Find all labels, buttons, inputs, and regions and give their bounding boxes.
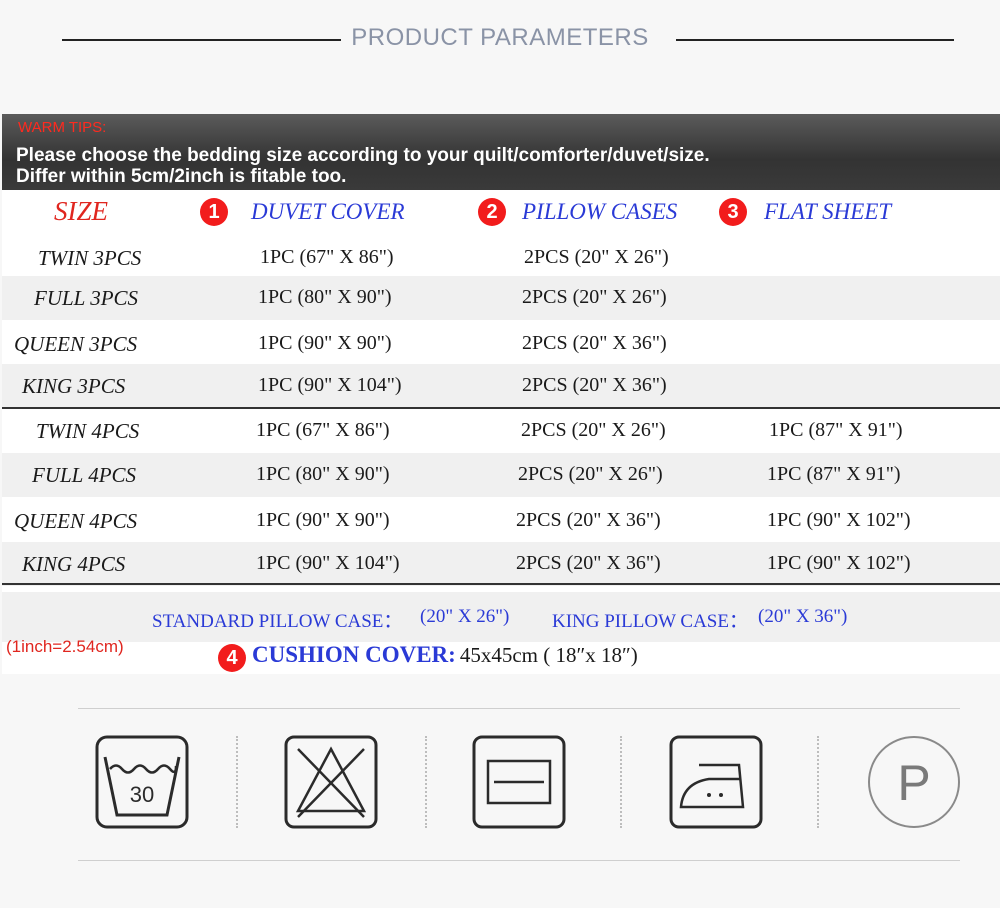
standard-pillow-value: (20" X 26") xyxy=(420,606,510,627)
page-title: PRODUCT PARAMETERS xyxy=(0,24,1000,52)
standard-pillow-label: STANDARD PILLOW CASE： xyxy=(152,611,403,632)
care-top-rule xyxy=(78,708,960,709)
size-table: SIZE 1 DUVET COVER 2 PILLOW CASES 3 FLAT… xyxy=(2,190,1000,674)
table-row: FULL 3PCS 1PC (80" X 90") 2PCS (20" X 26… xyxy=(2,276,1000,320)
row-size: FULL 3PCS xyxy=(34,286,139,310)
icon-separator xyxy=(236,736,238,828)
row-duvet: 1PC (67" X 86") xyxy=(256,419,390,441)
row-pillow: 2PCS (20" X 36") xyxy=(516,509,661,531)
cushion-cover-size: 45x45cm ( 18″x 18″) xyxy=(459,643,638,667)
row-pillow: 2PCS (20" X 26") xyxy=(522,286,667,308)
cushion-cover-label: CUSHION COVER: xyxy=(252,642,456,667)
table-header: SIZE 1 DUVET COVER 2 PILLOW CASES 3 FLAT… xyxy=(2,190,1000,234)
warm-tips-label: WARM TIPS: xyxy=(18,119,107,136)
row-pillow: 2PCS (20" X 36") xyxy=(516,552,661,574)
column-pillow-cases: PILLOW CASES xyxy=(522,199,678,224)
row-size: FULL 4PCS xyxy=(32,463,137,487)
row-size: QUEEN 3PCS xyxy=(14,332,138,356)
row-sheet: 1PC (87" X 91") xyxy=(767,463,901,485)
column-flat-sheet: FLAT SHEET xyxy=(764,199,892,224)
row-duvet: 1PC (80" X 90") xyxy=(256,463,390,485)
do-not-bleach-icon xyxy=(284,735,378,829)
icon-separator xyxy=(817,736,819,828)
inch-conversion-note: (1inch=2.54cm) xyxy=(6,637,124,656)
table-row: FULL 4PCS 1PC (80" X 90") 2PCS (20" X 26… xyxy=(2,453,1000,497)
icon-separator xyxy=(425,736,427,828)
row-sheet: 1PC (90" X 102") xyxy=(767,552,911,574)
row-size: TWIN 3PCS xyxy=(38,246,142,270)
column-duvet-cover: DUVET COVER xyxy=(251,199,405,224)
dry-clean-p-icon: P xyxy=(866,734,962,830)
row-size: KING 4PCS xyxy=(22,552,126,576)
warm-tips-line-2: Differ within 5cm/2inch is fitable too. xyxy=(16,166,347,187)
row-pillow: 2PCS (20" X 26") xyxy=(524,246,669,268)
table-row: QUEEN 4PCS 1PC (90" X 90") 2PCS (20" X 3… xyxy=(2,499,1000,543)
warm-tips-line-1: Please choose the bedding size according… xyxy=(16,145,710,166)
row-duvet: 1PC (67" X 86") xyxy=(260,246,394,268)
iron-low-icon xyxy=(669,735,763,829)
section-divider xyxy=(2,583,1000,585)
king-pillow-label: KING PILLOW CASE： xyxy=(552,611,748,632)
table-row: QUEEN 3PCS 1PC (90" X 90") 2PCS (20" X 3… xyxy=(2,322,1000,366)
king-pillow-value: (20" X 36") xyxy=(758,606,848,627)
table-row: KING 4PCS 1PC (90" X 104") 2PCS (20" X 3… xyxy=(2,542,1000,586)
number-badge-3: 3 xyxy=(719,198,747,226)
row-duvet: 1PC (90" X 90") xyxy=(256,509,390,531)
care-bottom-rule xyxy=(78,860,960,861)
dry-clean-letter: P xyxy=(897,755,930,811)
row-size: TWIN 4PCS xyxy=(36,419,140,443)
row-duvet: 1PC (90" X 90") xyxy=(258,332,392,354)
row-size: KING 3PCS xyxy=(22,374,126,398)
dry-flat-icon xyxy=(472,735,566,829)
number-badge-1: 1 xyxy=(200,198,228,226)
row-duvet: 1PC (90" X 104") xyxy=(258,374,402,396)
row-pillow: 2PCS (20" X 36") xyxy=(522,374,667,396)
row-size: QUEEN 4PCS xyxy=(14,509,138,533)
standard-pillow-sizes: STANDARD PILLOW CASE： (20" X 26") KING P… xyxy=(2,592,1000,642)
row-pillow: 2PCS (20" X 36") xyxy=(522,332,667,354)
wash-30-icon: 30 xyxy=(95,735,189,829)
table-row: TWIN 4PCS 1PC (67" X 86") 2PCS (20" X 26… xyxy=(2,409,1000,453)
cushion-cover-line: 4 CUSHION COVER: 45x45cm ( 18″x 18″) xyxy=(218,642,638,672)
column-size: SIZE xyxy=(54,196,108,226)
row-pillow: 2PCS (20" X 26") xyxy=(521,419,666,441)
number-badge-2: 2 xyxy=(478,198,506,226)
number-badge-4: 4 xyxy=(218,644,246,672)
row-sheet: 1PC (90" X 102") xyxy=(767,509,911,531)
wash-temperature: 30 xyxy=(130,782,154,807)
warm-tips-banner: WARM TIPS: Please choose the bedding siz… xyxy=(2,114,1000,190)
row-pillow: 2PCS (20" X 26") xyxy=(518,463,663,485)
table-row: KING 3PCS 1PC (90" X 104") 2PCS (20" X 3… xyxy=(2,364,1000,408)
row-duvet: 1PC (80" X 90") xyxy=(258,286,392,308)
table-row: TWIN 3PCS 1PC (67" X 86") 2PCS (20" X 26… xyxy=(2,236,1000,280)
icon-separator xyxy=(620,736,622,828)
row-sheet: 1PC (87" X 91") xyxy=(769,419,903,441)
row-duvet: 1PC (90" X 104") xyxy=(256,552,400,574)
